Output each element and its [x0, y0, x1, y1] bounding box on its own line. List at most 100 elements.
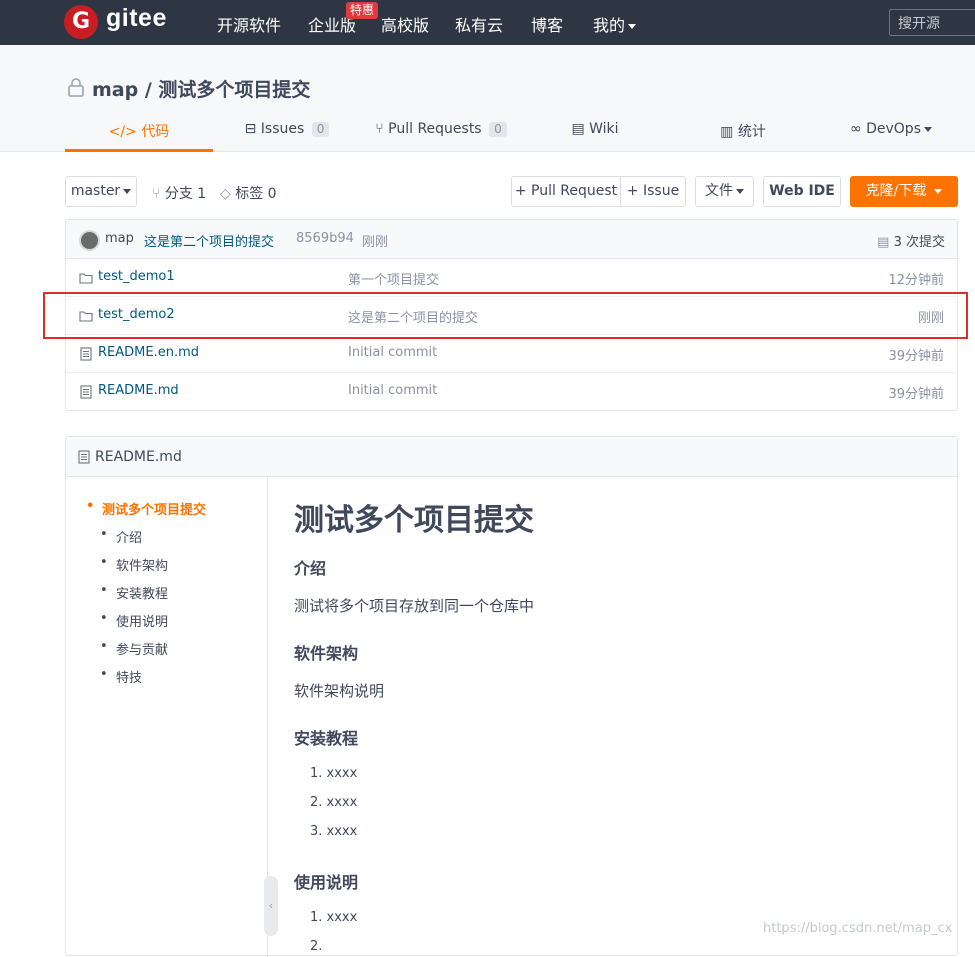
pull-request-icon: ⑂	[375, 121, 384, 137]
chevron-down-icon	[123, 188, 132, 194]
chevron-down-icon	[924, 126, 932, 132]
page-title[interactable]: map / 测试多个项目提交	[92, 75, 310, 102]
tab-issues[interactable]: ⊟ Issues 0	[213, 121, 361, 152]
toc-collapse-handle[interactable]: ‹	[264, 876, 278, 936]
search-input[interactable]: 搜开源	[889, 9, 975, 36]
nav-open-source[interactable]: 开源软件	[217, 12, 281, 36]
pull-requests-count: 0	[489, 122, 507, 137]
file-name[interactable]: README.md	[98, 383, 179, 398]
chevron-down-icon	[934, 188, 943, 194]
toc-item[interactable]: 特技	[100, 667, 142, 686]
file-menu-label: 文件	[705, 183, 733, 199]
section-text: 软件架构说明	[294, 682, 385, 700]
lock-icon	[68, 78, 84, 97]
tab-devops[interactable]: ∞ DevOps	[817, 121, 965, 152]
readme-panel: README.md 测试多个项目提交 介绍 软件架构 安装教程 使用说明 参与贡…	[65, 436, 958, 957]
toc-item[interactable]: 测试多个项目提交	[86, 499, 206, 518]
list-item: 1. xxxx	[310, 910, 358, 925]
toc-item[interactable]: 软件架构	[100, 555, 168, 574]
file-time: 39分钟前	[888, 349, 944, 364]
web-ide-button[interactable]: Web IDE	[763, 176, 841, 207]
issues-icon: ⊟	[244, 121, 257, 137]
stats-icon: ▥	[720, 124, 734, 140]
tab-wiki[interactable]: ▤ Wiki	[521, 121, 669, 152]
commit-message[interactable]: 这是第二个项目的提交	[144, 231, 274, 250]
repo-header: map / 测试多个项目提交 </> 代码 ⊟ Issues 0 ⑂ Pull …	[0, 45, 975, 152]
tab-stats[interactable]: ▥ 统计	[669, 121, 817, 152]
issues-count: 0	[311, 122, 330, 137]
nav-mine[interactable]: 我的	[593, 12, 637, 36]
branches-label: 分支 1	[164, 186, 207, 202]
file-commit-message[interactable]: Initial commit	[348, 383, 437, 398]
clone-download-button[interactable]: 克隆/下载	[850, 176, 958, 207]
toc-item[interactable]: 使用说明	[100, 611, 168, 630]
devops-icon: ∞	[849, 121, 862, 137]
branch-select[interactable]: master	[65, 176, 137, 207]
toc-item[interactable]: 介绍	[100, 527, 142, 546]
watermark: https://blog.csdn.net/map_cx	[763, 921, 953, 936]
tag-icon: ◇	[220, 186, 231, 202]
highlight-box	[43, 292, 968, 339]
clone-download-label: 克隆/下载	[865, 183, 927, 199]
branch-select-label: master	[70, 183, 121, 199]
tags-link[interactable]: ◇ 标签 0	[220, 183, 277, 203]
section-heading: 安装教程	[294, 729, 359, 748]
nav-private-cloud[interactable]: 私有云	[455, 12, 503, 36]
file-menu-button[interactable]: 文件	[695, 176, 754, 207]
promo-badge: 特惠	[346, 2, 379, 19]
readme-toc: 测试多个项目提交 介绍 软件架构 安装教程 使用说明 参与贡献 特技	[66, 477, 268, 957]
commits-icon: ▤	[877, 235, 890, 250]
tab-pull-requests-label: Pull Requests	[388, 121, 482, 137]
list-item: 1. xxxx	[310, 766, 358, 781]
nav-university[interactable]: 高校版	[381, 12, 429, 36]
tab-code-label: 代码	[141, 124, 170, 140]
branches-link[interactable]: ⑂ 分支 1	[152, 183, 206, 203]
folder-icon	[79, 273, 93, 284]
list-item: 3. xxxx	[310, 824, 358, 839]
section-heading: 介绍	[294, 559, 327, 578]
tab-issues-label: Issues	[260, 121, 305, 137]
commit-author[interactable]: map	[105, 231, 134, 246]
file-time: 12分钟前	[888, 273, 944, 288]
new-issue-button[interactable]: + Issue	[620, 176, 686, 207]
toc-item[interactable]: 参与贡献	[100, 639, 168, 658]
tab-code[interactable]: </> 代码	[65, 121, 213, 152]
file-name[interactable]: README.en.md	[98, 345, 199, 360]
readme-header: README.md	[66, 437, 957, 477]
tab-devops-label: DevOps	[866, 121, 921, 137]
section-text: 测试将多个项目存放到同一个仓库中	[294, 597, 535, 615]
file-commit-message[interactable]: Initial commit	[348, 345, 437, 360]
gitee-logo-icon[interactable]: G	[64, 5, 98, 39]
nav-blog[interactable]: 博客	[531, 12, 563, 36]
tab-pull-requests[interactable]: ⑂ Pull Requests 0	[361, 121, 521, 152]
tags-label: 标签 0	[235, 186, 277, 202]
chevron-down-icon	[628, 24, 637, 29]
tab-wiki-label: Wiki	[589, 121, 619, 137]
file-time: 39分钟前	[888, 387, 944, 402]
toc-item[interactable]: 安装教程	[100, 583, 168, 602]
section-heading: 使用说明	[294, 873, 359, 892]
brand-name[interactable]: gitee	[106, 4, 167, 33]
list-item: 2. xxxx	[310, 795, 358, 810]
file-name[interactable]: test_demo1	[98, 269, 175, 284]
readme-filename: README.md	[95, 449, 182, 465]
avatar[interactable]	[79, 230, 100, 251]
readme-title: 测试多个项目提交	[294, 503, 534, 538]
commit-count-link[interactable]: ▤ 3 次提交	[877, 231, 945, 250]
section-heading: 软件架构	[294, 644, 359, 663]
top-navbar: G gitee 开源软件 企业版 特惠 高校版 私有云 博客 我的 搜开源	[0, 0, 975, 45]
file-icon	[80, 385, 92, 399]
branch-icon: ⑂	[152, 186, 161, 202]
file-commit-message[interactable]: 第一个项目提交	[348, 269, 439, 288]
commit-time: 刚刚	[362, 235, 389, 250]
nav-mine-label: 我的	[593, 16, 626, 35]
new-pull-request-button[interactable]: + Pull Request	[511, 176, 621, 207]
file-row[interactable]: README.en.md Initial commit 39分钟前	[66, 335, 957, 373]
commit-hash[interactable]: 8569b94	[296, 231, 354, 246]
file-icon	[78, 450, 90, 464]
file-row[interactable]: README.md Initial commit 39分钟前	[66, 373, 957, 411]
file-icon	[80, 347, 92, 361]
commit-count: 3 次提交	[893, 235, 945, 250]
tab-stats-label: 统计	[737, 124, 766, 140]
wiki-icon: ▤	[571, 121, 585, 137]
